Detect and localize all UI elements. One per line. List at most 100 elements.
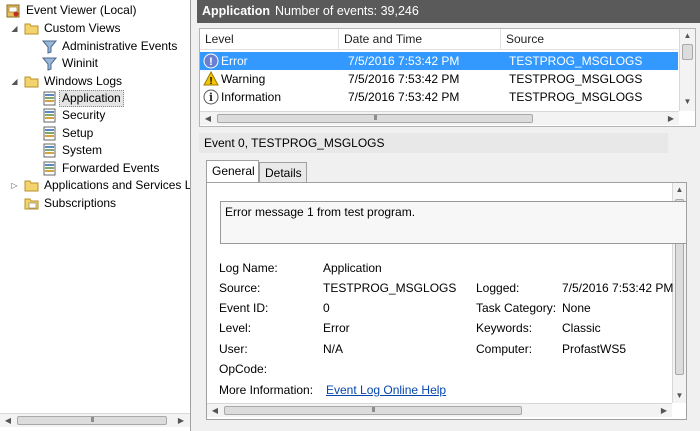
- row-date: 7/5/2016 7:53:42 PM: [348, 72, 460, 86]
- svg-text:!: !: [209, 76, 212, 87]
- subscriptions-icon: [24, 198, 39, 210]
- table-row[interactable]: ! Error 7/5/2016 7:53:42 PM TESTPROG_MSG…: [200, 52, 678, 70]
- event-list[interactable]: Level Date and Time Source ! Error 7/5/2…: [199, 28, 696, 127]
- tab-general[interactable]: General: [206, 160, 259, 182]
- value-logged: 7/5/2016 7:53:42 PM: [562, 281, 674, 295]
- tree-item-label: Forwarded Events: [62, 161, 160, 175]
- tree-item-label: Administrative Events: [62, 39, 178, 53]
- value-computer: ProfastWS5: [562, 342, 627, 356]
- value-source: TESTPROG_MSGLOGS: [323, 281, 457, 295]
- scrollbar-thumb[interactable]: III: [217, 114, 533, 123]
- tree-item-label: Setup: [62, 126, 94, 140]
- label-keywords: Keywords:: [476, 321, 533, 335]
- folder-icon: [24, 180, 39, 192]
- row-source: TESTPROG_MSGLOGS: [509, 90, 643, 104]
- scroll-down-icon[interactable]: ▼: [673, 389, 686, 403]
- label-opcode: OpCode:: [219, 362, 268, 376]
- log-header-bar: Application Number of events: 39,246: [197, 0, 700, 23]
- tree-item-label: Subscriptions: [44, 196, 117, 210]
- tree-item-event-viewer-local[interactable]: Event Viewer (Local): [0, 2, 190, 19]
- expand-right-icon[interactable]: ▷: [10, 177, 19, 194]
- information-icon: i: [203, 89, 219, 105]
- label-level: Level:: [219, 321, 252, 335]
- tree-item-label: Application: [59, 90, 124, 107]
- scroll-left-icon[interactable]: ◀: [1, 414, 15, 427]
- warning-icon: !: [203, 71, 219, 87]
- event-log-online-help-link[interactable]: Event Log Online Help: [326, 383, 446, 397]
- expand-down-icon[interactable]: ◢: [10, 20, 19, 37]
- label-source: Source:: [219, 281, 261, 295]
- event-message-text: Error message 1 from test program.: [225, 205, 416, 219]
- column-header-date-and-time[interactable]: Date and Time: [339, 29, 501, 50]
- tree-item-label: System: [62, 143, 103, 157]
- event-list-horizontal-scrollbar[interactable]: ◀ III ▶: [200, 111, 679, 125]
- scroll-right-icon[interactable]: ▶: [657, 404, 671, 417]
- scrollbar-thumb[interactable]: III: [224, 406, 522, 415]
- tree-item-system[interactable]: System: [0, 142, 190, 159]
- label-event-id: Event ID:: [219, 301, 269, 315]
- expand-down-icon[interactable]: ◢: [10, 73, 19, 90]
- log-icon: [43, 143, 56, 158]
- scroll-down-icon[interactable]: ▼: [680, 95, 695, 109]
- row-date: 7/5/2016 7:53:42 PM: [348, 90, 460, 104]
- label-task-category: Task Category:: [476, 301, 557, 315]
- event-message-box[interactable]: Error message 1 from test program.: [220, 201, 686, 244]
- log-icon: [43, 161, 56, 176]
- svg-text:!: !: [209, 56, 213, 68]
- row-source: TESTPROG_MSGLOGS: [509, 72, 643, 86]
- tree-item-wininit[interactable]: Wininit: [0, 55, 190, 72]
- tree-item-setup[interactable]: Setup: [0, 125, 190, 142]
- column-header-source[interactable]: Source: [501, 29, 678, 50]
- tree-item-custom-views[interactable]: ◢ Custom Views: [0, 20, 190, 37]
- label-user: User:: [219, 342, 248, 356]
- scrollbar-thumb[interactable]: III: [17, 416, 167, 425]
- scroll-up-icon[interactable]: ▲: [673, 183, 686, 197]
- table-row[interactable]: i Information 7/5/2016 7:53:42 PM TESTPR…: [200, 88, 678, 106]
- error-icon: !: [203, 53, 219, 69]
- event-list-vertical-scrollbar[interactable]: ▲ ▼: [679, 29, 695, 111]
- column-header-level[interactable]: Level: [200, 29, 339, 50]
- panel-horizontal-scrollbar[interactable]: ◀ III ▶: [207, 403, 672, 417]
- event-title: Event 0, TESTPROG_MSGLOGS: [199, 133, 668, 153]
- row-date: 7/5/2016 7:53:42 PM: [348, 54, 460, 68]
- tree-item-administrative-events[interactable]: Administrative Events: [0, 38, 190, 55]
- log-icon: [43, 108, 56, 123]
- scroll-right-icon[interactable]: ▶: [664, 112, 678, 125]
- tree-item-security[interactable]: Security: [0, 107, 190, 124]
- tree-horizontal-scrollbar[interactable]: ◀ III ▶: [0, 413, 190, 427]
- row-level: Error: [221, 54, 248, 68]
- table-row[interactable]: ! Warning 7/5/2016 7:53:42 PM TESTPROG_M…: [200, 70, 678, 88]
- value-user: N/A: [323, 342, 344, 356]
- tree-item-forwarded-events[interactable]: Forwarded Events: [0, 160, 190, 177]
- row-level: Information: [221, 90, 282, 104]
- tree-item-application[interactable]: Application: [0, 90, 190, 107]
- value-log-name: Application: [323, 261, 382, 275]
- tree-item-label: Security: [62, 108, 106, 122]
- tree-item-label: Applications and Services Lo: [44, 178, 190, 192]
- scroll-left-icon[interactable]: ◀: [201, 112, 215, 125]
- tab-details[interactable]: Details: [259, 162, 307, 182]
- row-source: TESTPROG_MSGLOGS: [509, 54, 643, 68]
- log-name-title: Application: [202, 4, 271, 18]
- event-count-text: Number of events: 39,246: [275, 4, 419, 18]
- log-icon: [43, 126, 56, 141]
- tree-item-label: Wininit: [62, 56, 99, 70]
- log-icon: [43, 91, 56, 106]
- value-keywords: Classic: [562, 321, 601, 335]
- tree-item-label: Event Viewer (Local): [26, 3, 137, 17]
- scroll-left-icon[interactable]: ◀: [208, 404, 222, 417]
- tree-item-applications-and-services-logs[interactable]: ▷ Applications and Services Lo: [0, 177, 190, 194]
- scroll-up-icon[interactable]: ▲: [680, 29, 695, 43]
- value-level: Error: [323, 321, 350, 335]
- scroll-right-icon[interactable]: ▶: [174, 414, 188, 427]
- tree-item-windows-logs[interactable]: ◢ Windows Logs: [0, 73, 190, 90]
- tree-item-subscriptions[interactable]: Subscriptions: [0, 195, 190, 212]
- scrollbar-thumb[interactable]: [682, 44, 693, 60]
- label-computer: Computer:: [476, 342, 533, 356]
- filter-icon: [42, 40, 57, 54]
- label-more-information: More Information:: [219, 383, 314, 397]
- navigation-tree[interactable]: Event Viewer (Local) ◢ Custom Views Admi…: [0, 0, 191, 431]
- svg-text:i: i: [209, 91, 213, 104]
- filter-icon: [42, 57, 57, 71]
- value-task-category: None: [562, 301, 591, 315]
